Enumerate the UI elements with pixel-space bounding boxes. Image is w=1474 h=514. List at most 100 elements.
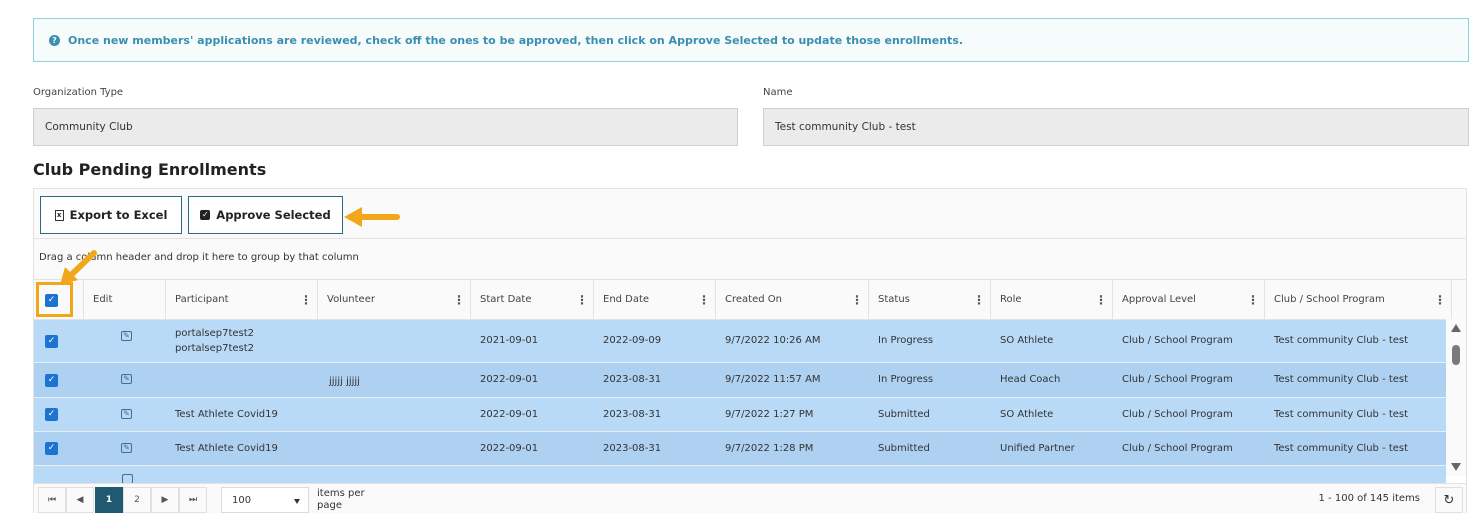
row-cell-volunteer	[318, 320, 471, 362]
col-header-created-on[interactable]: Created On ⋮	[716, 280, 869, 320]
edit-icon[interactable]: ✎	[121, 409, 132, 419]
col-header-club-program[interactable]: Club / School Program ⋮	[1265, 280, 1452, 320]
col-header-start-date[interactable]: Start Date ⋮	[471, 280, 594, 320]
row-cell-approval: Club / School Program	[1122, 408, 1233, 420]
row-edit-cell: ✎	[84, 432, 166, 465]
vertical-scrollbar[interactable]	[1446, 319, 1466, 476]
first-page-button[interactable]: ⏮	[38, 487, 66, 513]
row-cell-role: SO Athlete	[1000, 408, 1054, 420]
col-header-participant[interactable]: Participant ⋮	[166, 280, 318, 320]
approve-selected-label: Approve Selected	[216, 208, 331, 222]
table-row[interactable]: ✓ ✎ Test Athlete Covid19 2022-09-01 2023-08-…	[34, 432, 1446, 466]
table-row[interactable]: ✓ ✎ jjjjj jjjjj 2022-09-01 2023-08-31 9/7/202…	[34, 363, 1446, 398]
row-edit-cell: ✎	[84, 398, 166, 431]
page-2-button[interactable]: 2	[123, 487, 151, 513]
column-menu-icon[interactable]: ⋮	[576, 280, 588, 320]
items-per-page-label: items per page	[317, 488, 365, 511]
row-checkbox[interactable]: ✓	[45, 442, 58, 455]
column-menu-icon[interactable]: ⋮	[1247, 280, 1259, 320]
export-excel-label: Export to Excel	[69, 208, 168, 222]
name-label: Name	[763, 87, 793, 98]
row-cell-start: 2022-09-01	[480, 374, 539, 386]
row-select-cell: ✓	[34, 432, 84, 465]
edit-icon[interactable]: ✎	[121, 443, 132, 453]
row-cell-volunteer: jjjjj jjjjj	[329, 375, 360, 387]
row-cell-start: 2021-09-01	[480, 335, 539, 347]
org-type-label: Organization Type	[33, 87, 124, 98]
grid-header: ✓ Edit Participant ⋮ Volunteer ⋮ Start Dat…	[34, 280, 1466, 320]
row-checkbox[interactable]: ✓	[45, 408, 58, 421]
enrollments-grid: ✓ Edit Participant ⋮ Volunteer ⋮ Start Dat…	[33, 279, 1467, 484]
group-drop-area[interactable]: Drag a column header and drop it here to…	[33, 239, 1467, 279]
edit-icon[interactable]: ✎	[121, 331, 132, 341]
column-menu-icon[interactable]: ⋮	[300, 280, 312, 320]
edit-icon[interactable]	[122, 474, 133, 483]
org-type-field: Community Club	[33, 108, 738, 146]
page-1-button[interactable]: 1	[95, 487, 123, 513]
row-edit-cell: ✎	[84, 363, 166, 397]
row-cell-volunteer	[318, 398, 471, 431]
table-row[interactable]: ✓ ✎ Test Athlete Covid19 2022-09-01 2023-08-…	[34, 398, 1446, 432]
row-cell-created: 9/7/2022 1:27 PM	[725, 408, 814, 420]
next-page-button[interactable]: ▶	[151, 487, 179, 513]
col-header-status[interactable]: Status ⋮	[869, 280, 991, 320]
scroll-thumb[interactable]	[1452, 345, 1460, 365]
column-menu-icon[interactable]: ⋮	[1434, 280, 1446, 320]
row-cell-participant: portalsep7test2 portalsep7test2	[175, 327, 255, 355]
page-size-select[interactable]: 100	[221, 487, 309, 513]
column-menu-icon[interactable]: ⋮	[1095, 280, 1107, 320]
row-cell-created: 9/7/2022 1:28 PM	[725, 442, 814, 454]
row-cell-created: 9/7/2022 11:57 AM	[725, 374, 821, 386]
pager-info: 1 - 100 of 145 items	[1318, 493, 1420, 504]
row-cell-role: Head Coach	[1000, 374, 1061, 386]
row-cell-created: 9/7/2022 10:26 AM	[725, 335, 821, 347]
row-cell-role: SO Athlete	[1000, 335, 1054, 347]
row-checkbox[interactable]: ✓	[45, 373, 58, 387]
row-select-cell: ✓	[34, 363, 84, 397]
row-cell-status: Submitted	[878, 408, 930, 420]
column-menu-icon[interactable]: ⋮	[851, 280, 863, 320]
info-banner-text: Once new members' applications are revie…	[68, 33, 964, 47]
row-cell-club: Test community Club - test	[1274, 408, 1409, 420]
grid-pager: ⏮ ◀ 1 2 ▶ ⏭ 100 items per page 1 - 100 o…	[33, 484, 1467, 513]
row-cell-start: 2022-09-01	[480, 442, 539, 454]
column-menu-icon[interactable]: ⋮	[698, 280, 710, 320]
last-page-button[interactable]: ⏭	[179, 487, 207, 513]
col-header-approval-level[interactable]: Approval Level ⋮	[1113, 280, 1265, 320]
col-header-edit[interactable]: Edit	[84, 280, 166, 320]
table-row[interactable]: ✓ ✎ portalsep7test2 portalsep7test2 2021-09…	[34, 320, 1446, 363]
name-field: Test community Club - test	[763, 108, 1469, 146]
edit-icon[interactable]: ✎	[121, 374, 132, 384]
export-excel-button[interactable]: x Export to Excel	[40, 196, 182, 234]
refresh-icon[interactable]: ↻	[1435, 487, 1463, 513]
row-cell-approval: Club / School Program	[1122, 442, 1233, 454]
col-header-end-date[interactable]: End Date ⋮	[594, 280, 716, 320]
col-header-volunteer[interactable]: Volunteer ⋮	[318, 280, 471, 320]
prev-page-button[interactable]: ◀	[66, 487, 94, 513]
column-menu-icon[interactable]: ⋮	[453, 280, 465, 320]
row-select-cell: ✓	[34, 320, 84, 362]
row-cell-end: 2023-08-31	[603, 374, 662, 386]
row-cell-volunteer	[318, 432, 471, 465]
col-header-role[interactable]: Role ⋮	[991, 280, 1113, 320]
row-cell-role: Unified Partner	[1000, 442, 1075, 454]
row-select-cell: ✓	[34, 398, 84, 431]
column-menu-icon[interactable]: ⋮	[973, 280, 985, 320]
row-cell-club: Test community Club - test	[1274, 442, 1409, 454]
row-cell-end: 2022-09-09	[603, 335, 662, 347]
row-cell-approval: Club / School Program	[1122, 374, 1233, 386]
table-row[interactable]	[34, 466, 1446, 483]
row-cell-club: Test community Club - test	[1274, 374, 1409, 386]
row-cell-participant: Test Athlete Covid19	[175, 442, 278, 454]
row-cell-start: 2022-09-01	[480, 408, 539, 420]
select-all-highlight	[36, 282, 73, 317]
row-cell-approval: Club / School Program	[1122, 335, 1233, 347]
info-banner: ? Once new members' applications are rev…	[33, 18, 1469, 62]
row-edit-cell: ✎	[84, 320, 166, 362]
row-checkbox[interactable]: ✓	[45, 334, 58, 348]
scroll-down-icon[interactable]	[1451, 463, 1461, 471]
approve-selected-button[interactable]: ✓ Approve Selected	[188, 196, 343, 234]
row-cell-end: 2023-08-31	[603, 442, 662, 454]
row-cell-end: 2023-08-31	[603, 408, 662, 420]
scroll-up-icon[interactable]	[1451, 324, 1461, 332]
